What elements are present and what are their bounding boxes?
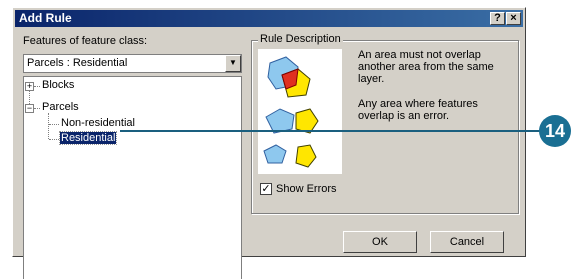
rule-error-text: Any area where features overlap is an er… xyxy=(358,98,478,122)
collapse-icon[interactable]: − xyxy=(25,104,34,113)
separate-shape-blue xyxy=(263,144,287,164)
tree-connector xyxy=(49,139,59,140)
tree-item-residential[interactable]: Residential xyxy=(58,131,118,145)
feature-class-dropdown[interactable]: Parcels : Residential ▼ xyxy=(23,54,242,73)
add-rule-dialog: Add Rule ? × Features of feature class: … xyxy=(12,7,526,279)
features-label: Features of feature class: xyxy=(23,35,148,47)
rule-illustration xyxy=(258,49,342,174)
step-callout: 14 xyxy=(539,115,571,147)
feature-class-value: Parcels : Residential xyxy=(27,57,128,69)
expand-icon[interactable]: + xyxy=(25,82,34,91)
rule-diagram xyxy=(263,56,319,168)
callout-line xyxy=(120,130,543,132)
show-errors-label[interactable]: Show Errors xyxy=(276,183,337,195)
ok-button[interactable]: OK xyxy=(343,231,417,253)
tree-connector xyxy=(48,113,49,139)
rule-description-text: An area must not overlap another area fr… xyxy=(358,49,494,85)
separate-shape-yellow xyxy=(295,144,317,168)
close-button[interactable]: × xyxy=(506,12,521,25)
cancel-button[interactable]: Cancel xyxy=(430,231,504,253)
tree-item-non-residential[interactable]: Non-residential xyxy=(61,117,135,129)
tree-connector xyxy=(49,124,59,125)
rule-description-group: Rule Description An area must not overla… xyxy=(251,33,519,214)
tree-connector xyxy=(34,86,40,87)
help-button[interactable]: ? xyxy=(490,12,505,25)
show-errors-checkbox[interactable]: ✓ xyxy=(260,183,272,195)
feature-tree[interactable]: + Blocks − Parcels Non-residential Resid… xyxy=(23,76,242,279)
tree-connector xyxy=(34,108,40,109)
title-bar[interactable]: Add Rule ? × xyxy=(15,10,523,27)
tree-item-parcels[interactable]: Parcels xyxy=(42,101,79,113)
dropdown-arrow-button[interactable]: ▼ xyxy=(225,55,241,72)
tree-item-blocks[interactable]: Blocks xyxy=(42,79,74,91)
dialog-title: Add Rule xyxy=(19,11,72,25)
rule-description-title: Rule Description xyxy=(258,33,343,45)
chevron-down-icon: ▼ xyxy=(229,58,237,67)
